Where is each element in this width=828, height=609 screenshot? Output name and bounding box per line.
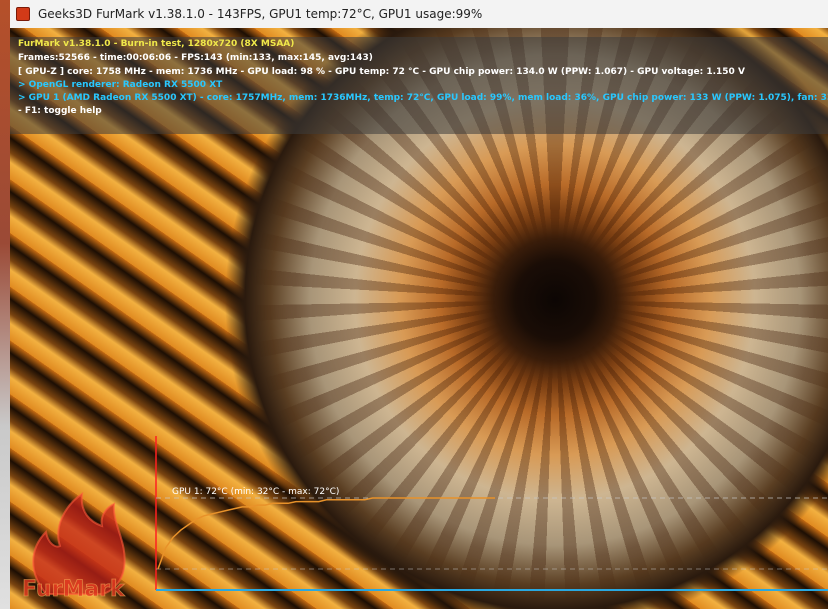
render-viewport[interactable]: FurMark v1.38.1.0 - Burn-in test, 1280x7…: [10, 28, 828, 609]
title-bar[interactable]: Geeks3D FurMark v1.38.1.0 - 143FPS, GPU1…: [10, 0, 828, 29]
furmark-app-icon: [16, 7, 30, 21]
furmark-window: Geeks3D FurMark v1.38.1.0 - 143FPS, GPU1…: [10, 0, 828, 609]
window-title: Geeks3D FurMark v1.38.1.0 - 143FPS, GPU1…: [38, 7, 483, 21]
temperature-graph: [155, 436, 828, 591]
graph-temp-label: GPU 1: 72°C (min: 32°C - max: 72°C): [172, 487, 340, 497]
background-window-edge: [0, 0, 10, 609]
gpu-temperature-line: [157, 497, 495, 570]
